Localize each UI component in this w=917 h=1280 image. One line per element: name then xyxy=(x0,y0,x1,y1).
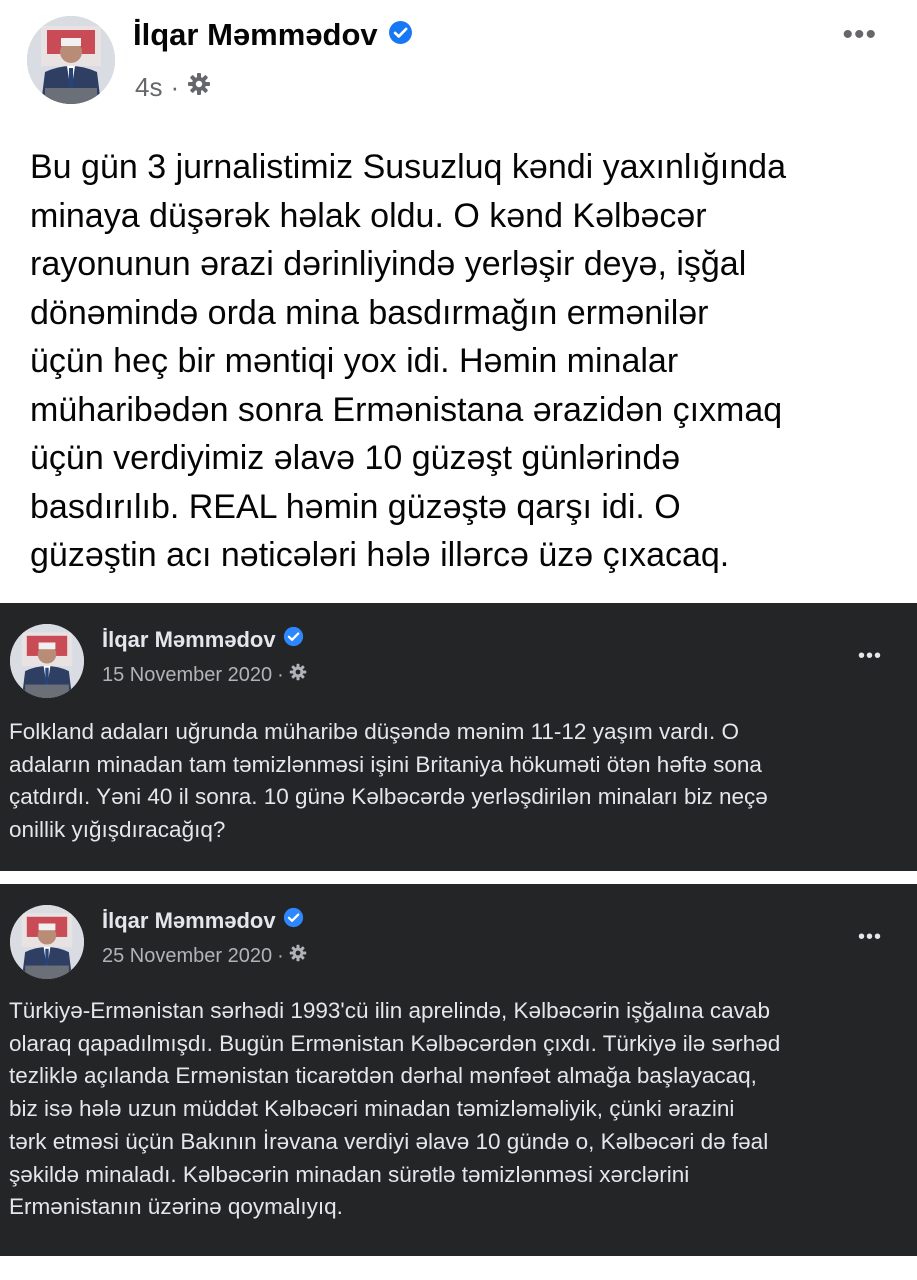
author-name-row: İlqar Məmmədov xyxy=(102,907,304,934)
gear-icon[interactable] xyxy=(289,663,307,687)
avatar-photo xyxy=(10,624,84,698)
post-date[interactable]: 25 November 2020 xyxy=(102,945,272,968)
post-body-text: Folkland adaları uğrunda müharibə düşənd… xyxy=(9,719,768,843)
author-name-row: İlqar Məmmədov xyxy=(102,626,304,653)
meta-separator: · xyxy=(170,72,180,102)
main-post-header: İlqar Məmmədov 4s · ••• xyxy=(0,0,917,115)
author-name-row: İlqar Məmmədov xyxy=(133,17,413,53)
post-meta: 4s · xyxy=(135,72,211,103)
shared-post-card: İlqar Məmmədov 25 November 2020 · ••• Tü… xyxy=(0,884,917,1256)
avatar-photo xyxy=(10,905,84,979)
meta-separator: · xyxy=(277,944,284,967)
post-meta: 25 November 2020 · xyxy=(102,944,307,968)
verified-badge-icon xyxy=(283,907,304,934)
author-name[interactable]: İlqar Məmmədov xyxy=(133,17,378,53)
author-name[interactable]: İlqar Məmmədov xyxy=(102,627,276,653)
post-body-text: Bu gün 3 jurnalistimiz Susuzluq kəndi ya… xyxy=(30,148,786,574)
author-avatar[interactable] xyxy=(27,16,115,104)
gear-icon[interactable] xyxy=(289,944,307,968)
post-time[interactable]: 4s xyxy=(135,72,162,103)
avatar-photo xyxy=(27,16,115,104)
more-options-icon[interactable]: ••• xyxy=(858,645,882,668)
gear-icon[interactable] xyxy=(187,72,211,103)
author-name[interactable]: İlqar Məmmədov xyxy=(102,908,276,934)
meta-separator: · xyxy=(277,663,284,686)
author-avatar[interactable] xyxy=(10,624,84,698)
author-avatar[interactable] xyxy=(10,905,84,979)
more-options-icon[interactable]: ••• xyxy=(842,18,877,52)
more-options-icon[interactable]: ••• xyxy=(858,926,882,949)
post-body-text: Türkiyə-Ermənistan sərhədi 1993'cü ilin … xyxy=(9,998,781,1220)
verified-badge-icon xyxy=(388,17,413,53)
post-meta: 15 November 2020 · xyxy=(102,663,307,687)
verified-badge-icon xyxy=(283,626,304,653)
post-date[interactable]: 15 November 2020 xyxy=(102,664,272,687)
shared-post-card: İlqar Məmmədov 15 November 2020 · ••• Fo… xyxy=(0,603,917,871)
